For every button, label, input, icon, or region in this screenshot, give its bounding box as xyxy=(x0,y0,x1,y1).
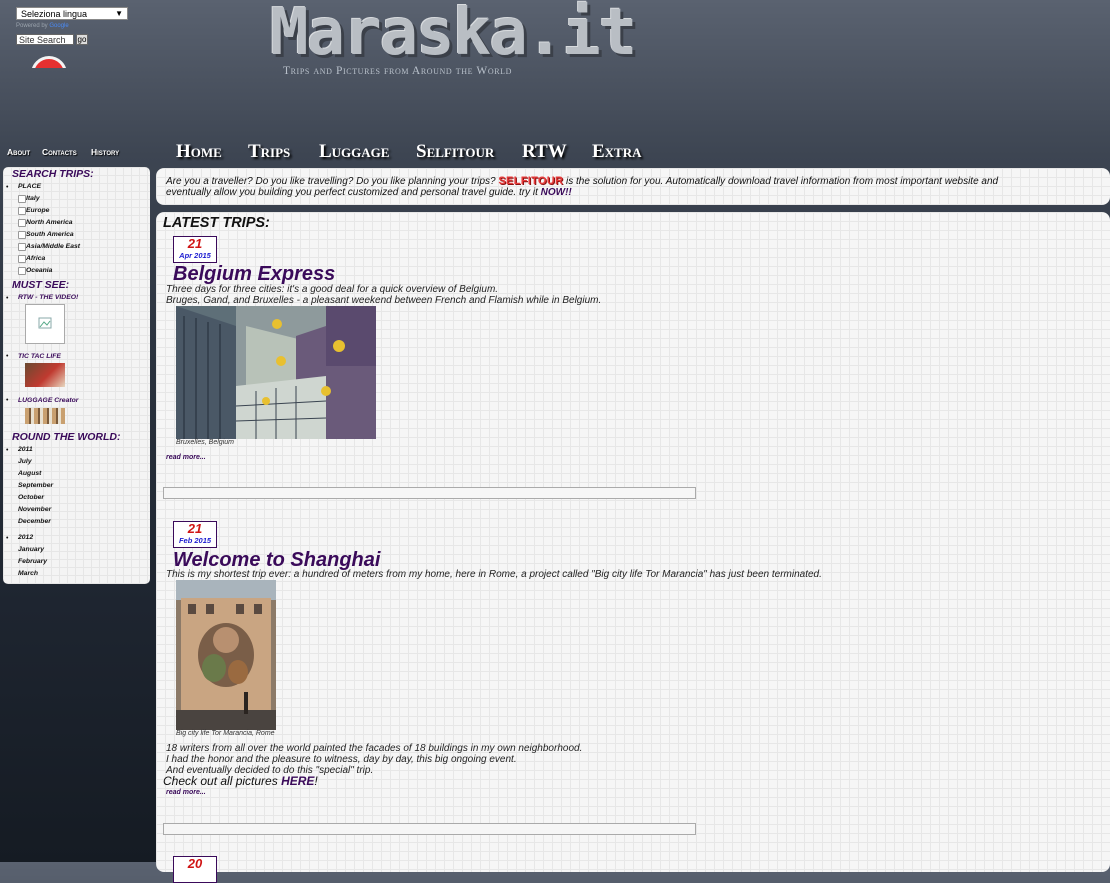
post-photo-tor-marancia[interactable] xyxy=(176,580,276,730)
nav-selfitour[interactable]: Selfitour xyxy=(416,141,494,163)
nav-rtw[interactable]: RTW xyxy=(522,141,567,163)
checkbox-south-america[interactable] xyxy=(18,231,26,239)
month-link[interactable]: October xyxy=(18,494,44,501)
photo-caption: Big city life Tor Marancia, Rome xyxy=(176,730,275,737)
month-link[interactable]: July xyxy=(18,458,32,465)
post-date: 21 Apr 2015 xyxy=(173,236,217,263)
nav-about[interactable]: About xyxy=(7,147,30,157)
nav-extra[interactable]: Extra xyxy=(592,141,642,163)
must-see-heading: MUST SEE: xyxy=(12,279,70,291)
checkbox-africa[interactable] xyxy=(18,255,26,263)
link-luggage-creator[interactable]: LUGGAGE Creator xyxy=(18,397,78,404)
year-2011[interactable]: 2011 xyxy=(18,446,33,453)
month-link[interactable]: February xyxy=(18,558,47,565)
place-label: Asia/Middle East xyxy=(26,243,81,250)
site-tagline: Trips and Pictures from Around the World xyxy=(283,65,513,77)
checkbox-oceania[interactable] xyxy=(18,267,26,275)
place-label: South America xyxy=(26,231,74,238)
divider xyxy=(163,823,696,835)
checkbox-italy[interactable] xyxy=(18,195,26,203)
powered-by-google: Powered by Google xyxy=(16,23,69,29)
read-more-link[interactable]: read more... xyxy=(166,789,206,796)
place-label: PLACE xyxy=(18,183,42,190)
latest-trips-panel: LATEST TRIPS: 21 Apr 2015 Belgium Express… xyxy=(156,212,1110,883)
month-link[interactable]: November xyxy=(18,506,51,513)
photo-caption: Bruxelles, Belgium xyxy=(176,439,234,446)
language-select[interactable]: Seleziona lingua ▼ xyxy=(16,7,128,20)
intro-line-2: eventually allow you building you perfec… xyxy=(166,187,572,198)
nav-luggage[interactable]: Luggage xyxy=(319,141,389,163)
month-link[interactable]: March xyxy=(18,570,38,577)
month-link[interactable]: December xyxy=(18,518,51,525)
nav-contacts[interactable]: Contacts xyxy=(42,147,77,157)
checkbox-north-america[interactable] xyxy=(18,219,26,227)
post-date: 20 xyxy=(173,856,217,883)
intro-banner: Are you a traveller? Do you like travell… xyxy=(156,168,1110,205)
post-text: 18 writers from all over the world paint… xyxy=(166,743,583,754)
intro-line-1: Are you a traveller? Do you like travell… xyxy=(166,175,999,187)
link-rtw-video[interactable]: RTW - THE VIDEO! xyxy=(18,294,78,301)
divider xyxy=(163,487,696,499)
round-the-world-heading: ROUND THE WORLD: xyxy=(12,431,121,443)
link-tic-tac-life[interactable]: TIC TAC LIFE xyxy=(18,353,61,360)
search-input[interactable]: Site Search xyxy=(16,34,74,45)
post-date: 21 Feb 2015 xyxy=(173,521,217,548)
checkbox-asia[interactable] xyxy=(18,243,26,251)
tic-tac-life-thumbnail[interactable] xyxy=(25,363,65,387)
month-link[interactable]: September xyxy=(18,482,53,489)
month-link[interactable]: August xyxy=(18,470,41,477)
search-trips-heading: SEARCH TRIPS: xyxy=(12,168,94,180)
selfitour-logo[interactable]: SELFITOUR xyxy=(498,175,563,187)
nav-trips[interactable]: Trips xyxy=(248,141,290,163)
place-label: Europe xyxy=(26,207,50,214)
pictures-line: Check out all pictures HERE! xyxy=(163,774,318,788)
post-title[interactable]: Belgium Express xyxy=(173,263,335,286)
post-text: I had the honor and the pleasure to witn… xyxy=(166,754,517,765)
latest-trips-heading: LATEST TRIPS: xyxy=(163,215,270,231)
nav-history[interactable]: History xyxy=(91,147,119,157)
site-logo[interactable]: Maraska.it xyxy=(270,0,637,66)
post-text: Three days for three cities: it's a good… xyxy=(166,284,499,295)
badge-icon[interactable] xyxy=(31,56,67,68)
place-label: Africa xyxy=(26,255,46,262)
nav-home[interactable]: Home xyxy=(176,141,222,163)
intro-now-link[interactable]: NOW!! xyxy=(541,187,572,198)
post-text: Bruges, Gand, and Bruxelles - a pleasant… xyxy=(166,295,602,306)
place-label: North America xyxy=(26,219,73,226)
pictures-here-link[interactable]: HERE xyxy=(281,774,314,788)
post-text: This is my shortest trip ever: a hundred… xyxy=(166,569,822,580)
checkbox-europe[interactable] xyxy=(18,207,26,215)
year-2012[interactable]: 2012 xyxy=(18,534,33,541)
place-label: Oceania xyxy=(26,267,53,274)
broken-image-icon[interactable] xyxy=(25,304,65,344)
luggage-creator-thumbnail[interactable] xyxy=(25,408,65,424)
read-more-link[interactable]: read more... xyxy=(166,454,206,461)
sidebar: SEARCH TRIPS: • PLACE Italy Europe North… xyxy=(3,167,150,584)
chevron-down-icon: ▼ xyxy=(115,9,123,18)
place-label: Italy xyxy=(26,195,40,202)
month-link[interactable]: January xyxy=(18,546,44,553)
search-go-button[interactable]: go xyxy=(76,34,88,45)
post-photo-bruxelles[interactable] xyxy=(176,306,376,439)
